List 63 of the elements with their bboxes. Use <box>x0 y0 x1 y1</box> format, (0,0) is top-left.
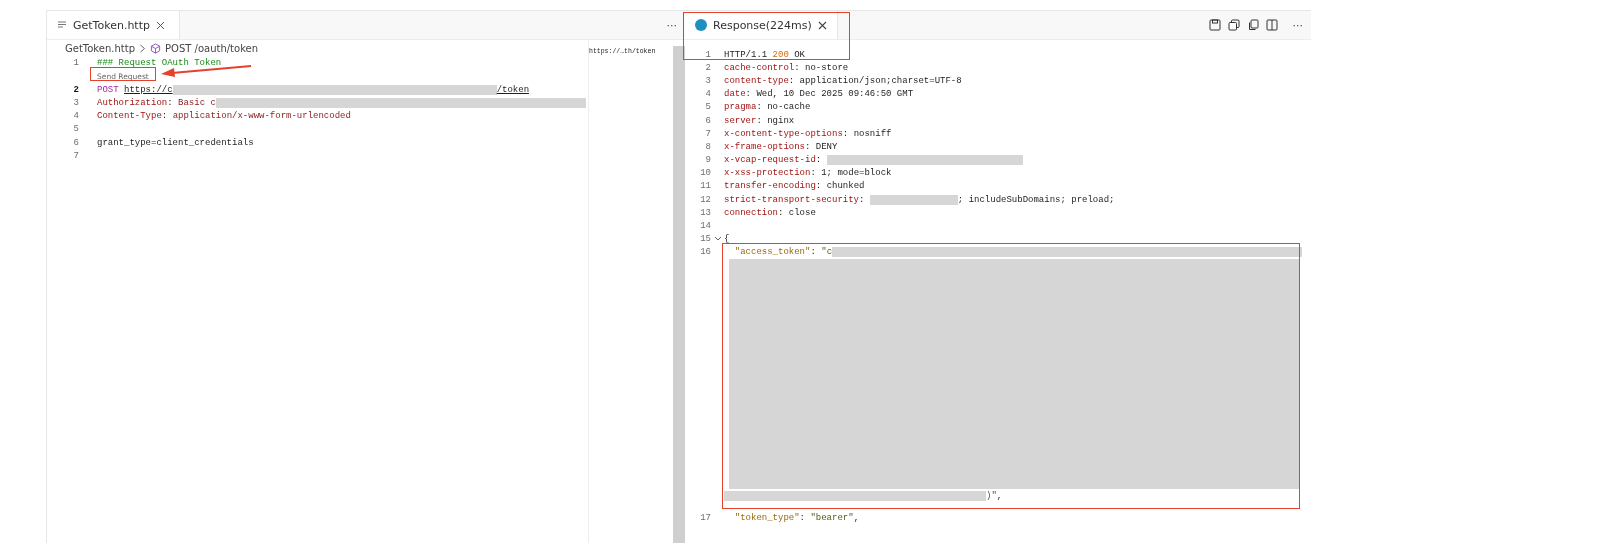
breadcrumb-item[interactable]: POST /oauth/token <box>165 42 259 54</box>
code-line: transfer-encoding: chunked <box>724 181 865 192</box>
code-line: strict-transport-security: ; includeSubDomains; preload; <box>724 194 1115 205</box>
code-line: x-vcap-request-id: <box>724 155 1023 166</box>
chevron-down-icon[interactable] <box>713 236 722 243</box>
line-number: 4 <box>72 111 79 122</box>
line-number: 7 <box>705 128 711 139</box>
code-line: grant_type=client_credentials <box>97 137 254 148</box>
code-line: x-xss-protection: 1; mode=block <box>724 168 892 179</box>
close-icon[interactable] <box>156 20 165 30</box>
close-icon[interactable] <box>817 20 827 30</box>
code-line: HTTP/1.1 200 OK <box>724 49 805 60</box>
cube-icon <box>150 42 161 54</box>
line-number: 7 <box>72 150 79 161</box>
highlight-frame <box>90 67 156 81</box>
more-actions-button[interactable]: ··· <box>658 18 685 32</box>
code-line: date: Wed, 10 Dec 2025 09:46:50 GMT <box>724 89 914 100</box>
code-line: pragma: no-cache <box>724 102 811 113</box>
code-line: )", <box>724 490 1003 501</box>
code-line: ### Request OAuth Token <box>97 57 222 68</box>
line-number: 9 <box>705 155 711 166</box>
code-line: server: nginx <box>724 115 795 126</box>
editor-tab[interactable]: GetToken.http <box>47 11 180 39</box>
more-actions-button[interactable]: ··· <box>1284 18 1311 32</box>
line-number: 3 <box>705 75 711 86</box>
code-line: cache-control: no-store <box>724 62 849 73</box>
line-number: 8 <box>705 141 711 152</box>
line-number: 3 <box>72 97 79 108</box>
code-line: connection: close <box>724 207 816 218</box>
line-number: 11 <box>700 181 711 192</box>
code-line: Content-Type: application/x-www-form-urlencoded <box>97 111 351 122</box>
line-number: 2 <box>705 62 711 73</box>
code-line: content-type: application/json;charset=UTF-8 <box>724 75 962 86</box>
breadcrumb-item[interactable]: GetToken.http <box>65 42 135 54</box>
line-number: 5 <box>72 124 79 135</box>
chevron-right-icon <box>139 43 146 53</box>
line-number: 14 <box>700 221 711 232</box>
editor-tab[interactable]: Response(224ms) <box>685 11 838 39</box>
line-number: 6 <box>705 115 711 126</box>
line-number: 17 <box>700 512 711 523</box>
line-number: 1 <box>705 49 711 60</box>
code-line: POST https://c /token <box>97 84 530 95</box>
line-number: 2 <box>72 84 79 95</box>
line-number: 12 <box>700 194 711 205</box>
line-number: 16 <box>700 247 711 258</box>
line-number: 6 <box>72 137 79 148</box>
split-editor-icon[interactable] <box>1265 19 1278 31</box>
copy-icon[interactable] <box>1246 19 1259 31</box>
scrollbar[interactable] <box>673 46 685 543</box>
line-number: 5 <box>705 102 711 113</box>
line-number: 10 <box>700 168 711 179</box>
line-number: 1 <box>72 57 79 68</box>
line-number: 15 <box>700 234 711 245</box>
code-line: Authorization: Basic c <box>97 97 586 108</box>
save-icon[interactable] <box>1208 19 1221 31</box>
file-lines-icon <box>57 20 67 30</box>
line-number: 13 <box>700 207 711 218</box>
code-line: "token_type": "bearer", <box>733 512 860 523</box>
layers-icon[interactable] <box>1227 19 1240 31</box>
code-line: x-content-type-options: nosniff <box>724 128 892 139</box>
code-line: x-frame-options: DENY <box>724 141 838 152</box>
line-number: 4 <box>705 89 711 100</box>
code-line: { <box>724 234 730 245</box>
